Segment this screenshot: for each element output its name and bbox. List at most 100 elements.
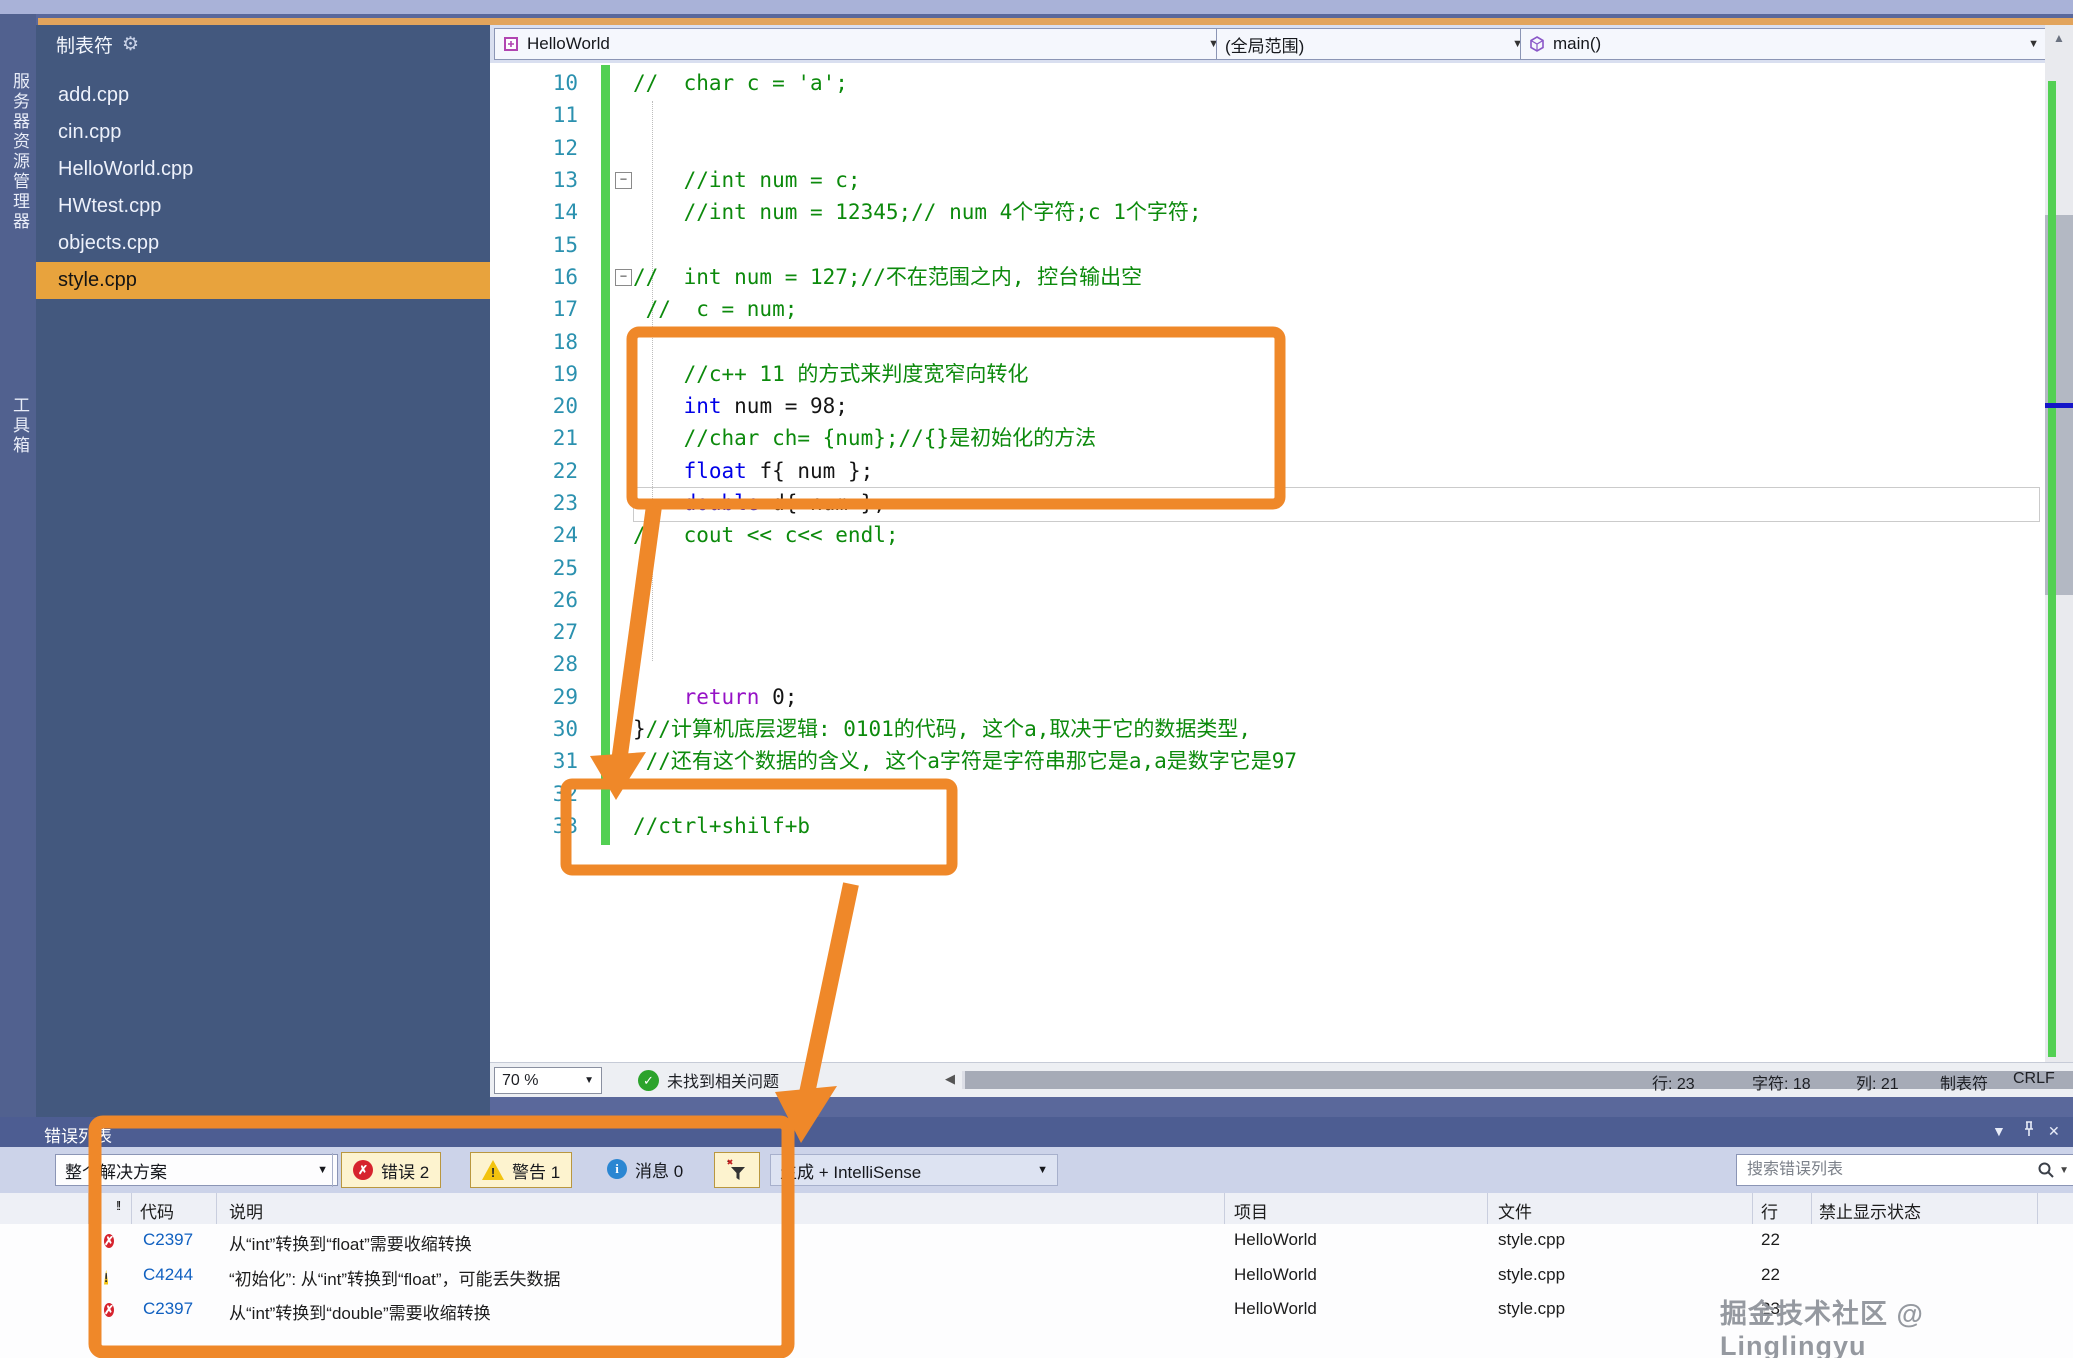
error-code[interactable]: C2397 [143, 1230, 193, 1250]
line-number: 23 [490, 491, 578, 515]
warnings-toggle[interactable]: ! 警告 1 [470, 1152, 572, 1188]
error-row[interactable]: !C4244“初始化”: 从“int”转换到“float”，可能丢失数据Hell… [0, 1259, 2073, 1294]
column-line[interactable]: 行 [1761, 1198, 1778, 1223]
gear-icon[interactable]: ⚙ [122, 33, 139, 56]
code-line[interactable]: 15 [490, 228, 2045, 260]
code-line[interactable]: 14 //int num = 12345;// num 4个字符;c 1个字符; [490, 196, 2045, 228]
file-item[interactable]: HelloWorld.cpp [36, 151, 490, 188]
tabs-panel-title: 制表符 [56, 31, 113, 58]
error-code[interactable]: C4244 [143, 1265, 193, 1285]
code-line[interactable]: 13 − //int num = c; [490, 164, 2045, 196]
error-description: “初始化”: 从“int”转换到“float”，可能丢失数据 [229, 1265, 561, 1290]
line-number: 27 [490, 620, 578, 644]
member-combo[interactable]: main() ▼ [1520, 28, 2048, 60]
code-line[interactable]: 33//ctrl+shilf+b [490, 810, 2045, 842]
file-item[interactable]: objects.cpp [36, 225, 490, 262]
status-tabs: 制表符 [1940, 1070, 1988, 1094]
hscrollbar-thumb[interactable] [965, 1071, 2073, 1089]
code-line[interactable]: 17 // c = num; [490, 293, 2045, 325]
scope-combo[interactable]: (全局范围) ▼ [1216, 28, 1532, 60]
error-description: 从“int”转换到“float”需要收缩转换 [229, 1230, 472, 1255]
left-tool-strip: 服务器资源管理器 工具箱 [0, 14, 36, 1117]
code-line[interactable]: 30}//计算机底层逻辑: 0101的代码, 这个a,取决于它的数据类型, [490, 713, 2045, 745]
zoom-select[interactable]: 70 % ▼ [494, 1067, 602, 1094]
clear-filter-button[interactable] [714, 1152, 760, 1188]
chevron-down-icon: ▼ [2028, 38, 2039, 50]
code-line[interactable]: 12 [490, 132, 2045, 164]
zoom-value: 70 % [502, 1072, 538, 1090]
pin-icon[interactable] [2022, 1120, 2036, 1138]
watermark: 掘金技术社区 @ Linglingyu [1720, 1292, 2073, 1358]
chevron-down-icon: ▼ [317, 1164, 328, 1176]
code-line[interactable]: 26 [490, 584, 2045, 616]
editor-hscrollbar[interactable] [962, 1071, 2073, 1089]
scroll-left-icon[interactable]: ◀ [945, 1071, 955, 1087]
chevron-down-icon[interactable]: ▼ [2059, 1165, 2069, 1176]
file-item[interactable]: HWtest.cpp [36, 188, 490, 225]
project-combo[interactable]: HelloWorld ▼ [494, 28, 1228, 60]
code-editor[interactable]: 10// char c = 'a';1112 13 − //int num = c;… [490, 63, 2045, 1062]
toolbar-separator [332, 1153, 333, 1187]
code-line[interactable]: 28 [490, 648, 2045, 680]
errors-toggle[interactable]: ✗ 错误 2 [341, 1152, 441, 1188]
error-code[interactable]: C2397 [143, 1299, 193, 1319]
code-line[interactable]: 20 int num = 98; [490, 390, 2045, 422]
editor-vscrollbar[interactable]: ▲ [2045, 25, 2073, 1062]
code-text: // cout << c<< endl; [633, 519, 899, 551]
line-number: 13 [490, 168, 578, 192]
code-line[interactable]: 10// char c = 'a'; [490, 67, 2045, 99]
code-line[interactable]: 32 [490, 778, 2045, 810]
scope-filter-combo[interactable]: 整个解决方案 ▼ [55, 1154, 338, 1186]
code-line[interactable]: 29 return 0; [490, 681, 2045, 713]
document-health[interactable]: ✓ 未找到相关问题 [638, 1068, 779, 1092]
code-line[interactable]: 23 double d{ num }; [490, 487, 2045, 519]
filter-x-icon [726, 1159, 746, 1181]
code-text: //int num = c; [633, 164, 861, 196]
source-filter-combo[interactable]: 生成 + IntelliSense ▼ [770, 1154, 1058, 1186]
line-number: 22 [490, 459, 578, 483]
search-icon[interactable] [2037, 1161, 2055, 1179]
code-line[interactable]: 11 [490, 99, 2045, 131]
project-combo-value: HelloWorld [527, 34, 610, 54]
scroll-up-icon[interactable]: ▲ [2053, 31, 2065, 45]
messages-toggle[interactable]: i 消息 0 [596, 1152, 694, 1186]
severity-column-icon[interactable]: !! [116, 1198, 119, 1213]
line-number: 18 [490, 330, 578, 354]
fold-marker-icon[interactable]: − [615, 172, 632, 189]
code-line[interactable]: 31 //还有这个数据的含义, 这个a字符是字符串那它是a,a是数字它是97 [490, 745, 2045, 777]
code-text: int num = 98; [633, 390, 848, 422]
code-line[interactable]: 24// cout << c<< endl; [490, 519, 2045, 551]
search-input[interactable] [1745, 1160, 2037, 1180]
line-number: 21 [490, 426, 578, 450]
column-project[interactable]: 项目 [1234, 1198, 1268, 1223]
error-icon: ✗ [104, 1299, 114, 1320]
code-line[interactable]: 25 [490, 551, 2045, 583]
column-code[interactable]: 代码 [140, 1198, 174, 1223]
messages-toggle-label: 消息 0 [635, 1157, 683, 1182]
error-file: style.cpp [1498, 1299, 1565, 1319]
sidebar-item-server-explorer[interactable]: 服务器资源管理器 [7, 72, 32, 232]
file-item[interactable]: style.cpp [36, 262, 490, 299]
file-item[interactable]: add.cpp [36, 77, 490, 114]
code-line[interactable]: 27 [490, 616, 2045, 648]
line-number: 10 [490, 71, 578, 95]
close-icon[interactable]: ✕ [2048, 1123, 2060, 1140]
error-row[interactable]: ✗C2397从“int”转换到“float”需要收缩转换HelloWorldst… [0, 1224, 2073, 1259]
window-position-icon[interactable]: ▼ [1992, 1123, 2006, 1139]
error-search-box[interactable]: ▼ [1736, 1154, 2073, 1186]
column-description[interactable]: 说明 [229, 1198, 263, 1223]
code-text: // c = num; [633, 293, 797, 325]
code-line[interactable]: 18 [490, 325, 2045, 357]
health-text: 未找到相关问题 [667, 1068, 779, 1092]
code-line[interactable]: 16−// int num = 127;//不在范围之内, 控台输出空 [490, 261, 2045, 293]
sidebar-item-toolbox[interactable]: 工具箱 [7, 396, 32, 456]
file-item[interactable]: cin.cpp [36, 114, 490, 151]
column-suppression[interactable]: 禁止显示状态 [1819, 1198, 1921, 1223]
code-line[interactable]: 22 float f{ num }; [490, 455, 2045, 487]
code-line[interactable]: 21 //char ch= {num};//{}是初始化的方法 [490, 422, 2045, 454]
window-top-strip [0, 0, 2073, 14]
column-file[interactable]: 文件 [1498, 1198, 1532, 1223]
fold-marker-icon[interactable]: − [615, 269, 632, 286]
error-project: HelloWorld [1234, 1265, 1317, 1285]
code-line[interactable]: 19 //c++ 11 的方式来判度宽窄向转化 [490, 358, 2045, 390]
